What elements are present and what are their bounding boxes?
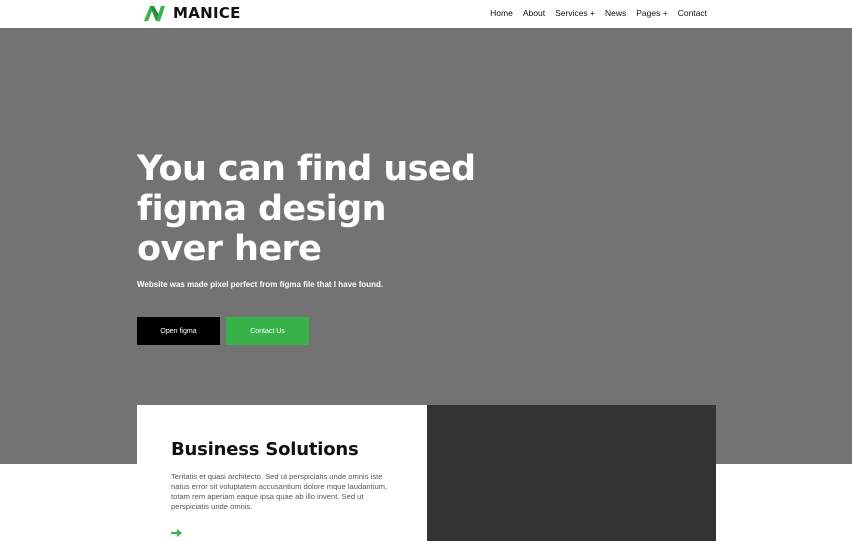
card-image-panel bbox=[427, 405, 716, 541]
brand-logo[interactable]: MANICE bbox=[142, 3, 241, 23]
hero-section: You can find used figma design over here… bbox=[0, 28, 852, 464]
hero-subtitle: Website was made pixel perfect from figm… bbox=[137, 280, 384, 289]
card-title: Business Solutions bbox=[171, 439, 359, 460]
open-figma-button[interactable]: Open figma bbox=[137, 317, 220, 345]
logo-icon bbox=[144, 6, 165, 21]
nav-item-contact[interactable]: Contact bbox=[678, 8, 707, 18]
hero-title: You can find used figma design over here bbox=[137, 149, 476, 269]
nav-item-services[interactable]: Services + bbox=[555, 8, 595, 18]
nav-item-home[interactable]: Home bbox=[490, 8, 513, 18]
site-header: MANICE Home About Services + News Pages … bbox=[0, 0, 852, 28]
brand-name: MANICE bbox=[173, 4, 241, 22]
card-text: Teritatis et quasi architecto. Sed ut pe… bbox=[171, 472, 388, 511]
arrow-right-icon[interactable] bbox=[171, 525, 182, 541]
nav-item-news[interactable]: News bbox=[605, 8, 626, 18]
contact-us-button[interactable]: Contact Us bbox=[226, 317, 309, 345]
business-solutions-card: Business Solutions Teritatis et quasi ar… bbox=[137, 405, 427, 541]
nav-item-pages[interactable]: Pages + bbox=[636, 8, 667, 18]
main-nav: Home About Services + News Pages + Conta… bbox=[490, 8, 707, 18]
nav-item-about[interactable]: About bbox=[523, 8, 545, 18]
